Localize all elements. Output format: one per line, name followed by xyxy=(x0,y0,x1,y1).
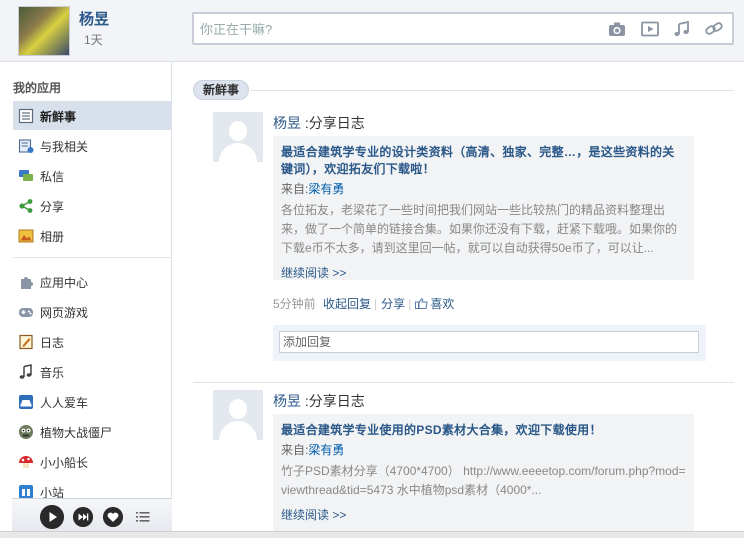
sidebar-item-label: 相册 xyxy=(40,230,65,244)
sidebar-item-label: 新鲜事 xyxy=(40,110,77,124)
feed-main: 新鲜事 杨昱 :分享日志 最适合建筑学专业的设计类资料（高清、独家、完整…，是这… xyxy=(173,62,744,538)
play-icon[interactable] xyxy=(40,505,64,529)
camera-icon[interactable] xyxy=(608,21,626,37)
post-author-link[interactable]: 杨昱 xyxy=(273,115,301,131)
music-icon[interactable] xyxy=(673,21,691,37)
collapse-replies-link[interactable]: 收起回复 xyxy=(323,297,371,311)
journal-icon xyxy=(19,334,33,350)
post-header: 杨昱 :分享日志 xyxy=(273,113,365,133)
video-icon[interactable] xyxy=(641,21,659,37)
post-actions: 5分钟前 收起回复 | 分享 | 喜欢 xyxy=(273,297,455,311)
shared-blog-source: 来自:梁有勇 xyxy=(281,181,686,197)
zombie-icon xyxy=(19,425,33,439)
shared-blog-card: 最适合建筑学专业使用的PSD素材大合集，欢迎下载使用！ 来自:梁有勇 竹子PSD… xyxy=(273,414,694,532)
feed-post: 杨昱 :分享日志 最适合建筑学专业使用的PSD素材大合集，欢迎下载使用！ 来自:… xyxy=(213,390,744,540)
sidebar-item-label: 私信 xyxy=(40,170,65,184)
sidebar-item-captain[interactable]: 小小船长 xyxy=(13,447,172,476)
sidebar-item-messages[interactable]: 私信 xyxy=(13,161,172,190)
sidebar-item-label: 应用中心 xyxy=(40,276,89,290)
tab-news-feed[interactable]: 新鲜事 xyxy=(193,80,249,100)
reply-input[interactable] xyxy=(279,331,699,353)
user-days: 1天 xyxy=(84,33,103,47)
heart-icon[interactable] xyxy=(103,507,123,527)
read-more-link[interactable]: 继续阅读 >> xyxy=(281,506,686,523)
sidebar-item-label: 网页游戏 xyxy=(40,306,89,320)
source-prefix: 来自: xyxy=(281,443,309,457)
sidebar-item-car[interactable]: 人人爱车 xyxy=(13,387,172,416)
post-time: 5分钟前 xyxy=(273,297,316,311)
news-feed-icon xyxy=(18,108,34,124)
shared-blog-title[interactable]: 最适合建筑学专业使用的PSD素材大合集，欢迎下载使用！ xyxy=(281,422,686,439)
shared-blog-title[interactable]: 最适合建筑学专业的设计类资料（高清、独家、完整…，是这些资料的关键词），欢迎拓友… xyxy=(281,144,686,178)
sidebar-item-web-games[interactable]: 网页游戏 xyxy=(13,297,172,326)
sidebar-item-news-feed[interactable]: 新鲜事 xyxy=(13,101,172,130)
sidebar-item-music[interactable]: 音乐 xyxy=(13,357,172,386)
share-link[interactable]: 分享 xyxy=(381,297,405,311)
tab-underline xyxy=(251,90,734,91)
sidebar-item-app-center[interactable]: 应用中心 xyxy=(13,267,172,296)
music-note-icon xyxy=(19,364,32,379)
sidebar: 我的应用 新鲜事 与我相关 私信 分享 相册 应用中心 网页游戏 日志 音乐 人… xyxy=(0,62,172,538)
like-link[interactable]: 喜欢 xyxy=(430,297,454,311)
gamepad-icon xyxy=(19,308,33,317)
sidebar-item-label: 分享 xyxy=(40,200,65,214)
sidebar-item-label: 人人爱车 xyxy=(40,396,89,410)
shared-blog-source: 来自:梁有勇 xyxy=(281,442,686,458)
car-icon xyxy=(19,395,33,409)
status-input[interactable] xyxy=(200,20,590,38)
user-avatar[interactable] xyxy=(18,6,70,56)
horizontal-scrollbar[interactable] xyxy=(0,531,744,538)
source-author-link[interactable]: 梁有勇 xyxy=(308,182,344,196)
status-composer[interactable] xyxy=(192,12,734,45)
shared-blog-excerpt: 竹子PSD素材分享（4700*4700） http://www.eeeetop.… xyxy=(281,464,686,497)
feed-post: 杨昱 :分享日志 最适合建筑学专业的设计类资料（高清、独家、完整…，是这些资料的… xyxy=(213,112,744,382)
sidebar-item-share[interactable]: 分享 xyxy=(13,191,172,220)
top-header: 杨昱 1天 xyxy=(0,0,744,62)
mushroom-icon xyxy=(19,456,33,468)
sidebar-item-album[interactable]: 相册 xyxy=(13,221,172,250)
post-avatar[interactable] xyxy=(213,112,263,162)
source-author-link[interactable]: 梁有勇 xyxy=(308,443,344,457)
sidebar-item-label: 小小船长 xyxy=(40,456,89,470)
post-action-text: :分享日志 xyxy=(301,115,365,131)
related-icon xyxy=(18,139,34,153)
post-author-link[interactable]: 杨昱 xyxy=(273,393,301,409)
shared-blog-excerpt: 各位拓友，老梁花了一些时间把我们网站一些比较热门的精品资料整理出来，做了一个简单… xyxy=(281,203,678,255)
sidebar-item-label: 与我相关 xyxy=(40,140,89,154)
sidebar-item-label: 日志 xyxy=(40,336,65,350)
sidebar-item-pvz[interactable]: 植物大战僵尸 xyxy=(13,417,172,446)
reply-box xyxy=(273,325,706,361)
source-prefix: 来自: xyxy=(281,182,309,196)
sidebar-item-related[interactable]: 与我相关 xyxy=(13,131,172,160)
sidebar-divider xyxy=(13,257,172,258)
post-action-text: :分享日志 xyxy=(301,393,365,409)
sidebar-item-journal[interactable]: 日志 xyxy=(13,327,172,356)
playlist-icon[interactable] xyxy=(136,510,150,524)
shared-blog-card: 最适合建筑学专业的设计类资料（高清、独家、完整…，是这些资料的关键词），欢迎拓友… xyxy=(273,136,694,280)
post-header: 杨昱 :分享日志 xyxy=(273,391,365,411)
share-icon xyxy=(19,199,33,213)
next-track-icon[interactable] xyxy=(73,507,93,527)
link-icon[interactable] xyxy=(705,21,723,37)
app-center-icon xyxy=(21,277,33,289)
read-more-link[interactable]: 继续阅读 >> xyxy=(281,264,686,281)
album-icon xyxy=(18,229,34,243)
sidebar-item-label: 音乐 xyxy=(40,366,65,380)
sidebar-item-label: 植物大战僵尸 xyxy=(40,426,113,440)
user-name-link[interactable]: 杨昱 xyxy=(79,8,109,29)
message-icon xyxy=(19,170,33,181)
sidebar-title: 我的应用 xyxy=(13,81,62,95)
post-separator xyxy=(193,382,734,383)
like-icon[interactable] xyxy=(415,298,428,309)
post-avatar[interactable] xyxy=(213,390,263,440)
